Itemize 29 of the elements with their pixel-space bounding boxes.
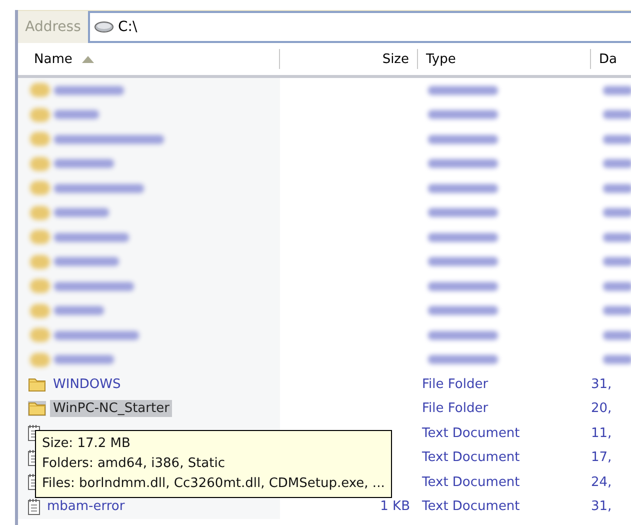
file-size: 1 KB xyxy=(380,499,410,514)
address-label: Address xyxy=(24,18,82,37)
address-field[interactable]: C:\ xyxy=(88,11,631,43)
tooltip-line: Folders: amd64, i386, Static xyxy=(42,455,226,473)
file-type: File Folder xyxy=(422,376,488,392)
file-type: File Folder xyxy=(422,401,488,416)
folder-icon xyxy=(28,376,46,392)
file-name[interactable]: mbam-error xyxy=(44,498,128,516)
file-date: 31, xyxy=(591,499,612,514)
file-name[interactable]: WinPC-NC_Starter xyxy=(50,400,172,418)
tooltip-line: Size: 17.2 MB xyxy=(42,435,132,453)
tooltip-line: Files: borlndmm.dll, Cc3260mt.dll, CDMSetup.exe, ... xyxy=(42,475,385,493)
text-document-icon xyxy=(28,498,40,515)
file-name[interactable]: WINDOWS xyxy=(50,376,124,393)
column-header[interactable]: Size xyxy=(280,49,418,69)
drive-icon xyxy=(94,21,114,33)
file-date: 24, xyxy=(591,474,612,490)
file-type: Text Document xyxy=(422,474,520,490)
column-header[interactable]: Da xyxy=(591,49,631,69)
column-header[interactable]: Type xyxy=(418,49,591,69)
file-date: 17, xyxy=(591,450,612,466)
folder-icon xyxy=(28,401,46,416)
file-type: Text Document xyxy=(422,499,520,514)
file-date: 31, xyxy=(591,376,612,392)
file-date: 11, xyxy=(591,426,612,441)
file-date: 20, xyxy=(591,401,612,416)
column-header[interactable]: Name xyxy=(18,49,280,69)
file-type: Text Document xyxy=(422,450,520,466)
file-type: Text Document xyxy=(422,426,520,441)
